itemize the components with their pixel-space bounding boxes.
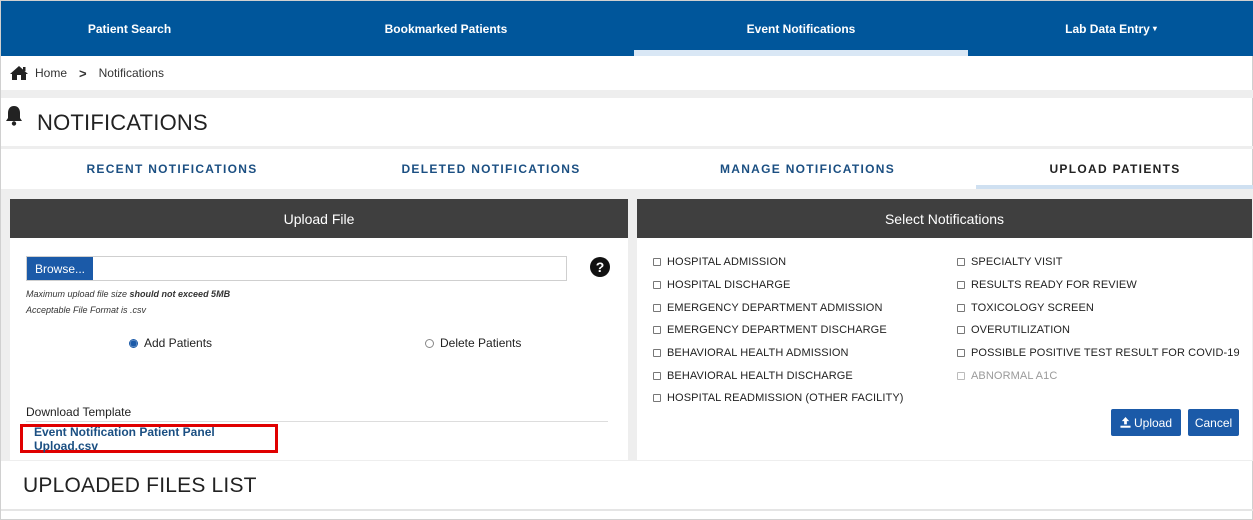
checkbox-icon [957,326,965,335]
checkbox-toxicology-screen[interactable]: TOXICOLOGY SCREEN [957,296,1240,319]
breadcrumb-current: Notifications [98,66,164,80]
nav-lab-data-entry[interactable]: Lab Data Entry ▾ [968,1,1253,56]
checkbox-label: RESULTS READY FOR REVIEW [971,279,1137,292]
tab-label: MANAGE NOTIFICATIONS [719,162,896,176]
panel-header: Upload File [10,199,628,238]
checkbox-hospital-admission[interactable]: HOSPITAL ADMISSION [653,251,904,274]
hint-text: Maximum upload file size [26,289,130,299]
upload-file-panel: Upload File Browse... ? Maximum upload f… [10,199,628,460]
checkbox-label: HOSPITAL DISCHARGE [667,279,791,292]
nav-event-notifications[interactable]: Event Notifications [634,1,968,56]
tab-recent-notifications[interactable]: RECENT NOTIFICATIONS [1,149,343,189]
delete-patients-radio[interactable]: Delete Patients [425,336,521,350]
checkbox-label: SPECIALTY VISIT [971,256,1063,269]
checkbox-label: BEHAVIORAL HEALTH DISCHARGE [667,369,853,382]
checkbox-ed-discharge[interactable]: EMERGENCY DEPARTMENT DISCHARGE [653,319,904,342]
radio-selected-icon [129,338,138,348]
upload-button[interactable]: Upload [1111,409,1181,436]
hint-bold: should not exceed 5MB [129,289,231,299]
checkbox-covid-positive[interactable]: POSSIBLE POSITIVE TEST RESULT FOR COVID-… [957,342,1240,365]
checkbox-icon [653,371,661,380]
divider [1,90,1253,98]
notification-list-right: SPECIALTY VISIT RESULTS READY FOR REVIEW… [957,251,1240,387]
checkbox-label: POSSIBLE POSITIVE TEST RESULT FOR COVID-… [971,347,1240,360]
select-notifications-panel: Select Notifications HOSPITAL ADMISSION … [637,199,1252,460]
checkbox-overutilization[interactable]: OVERUTILIZATION [957,319,1240,342]
top-nav: Patient Search Bookmarked Patients Event… [1,1,1253,56]
upload-label: Upload [1133,415,1173,430]
checkbox-specialty-visit[interactable]: SPECIALTY VISIT [957,251,1240,274]
breadcrumb: Home > Notifications [1,56,1253,90]
tab-upload-patients[interactable]: UPLOAD PATIENTS [976,149,1253,189]
nav-patient-search[interactable]: Patient Search [1,1,258,56]
checkbox-label: TOXICOLOGY SCREEN [971,301,1094,314]
page-title: NOTIFICATIONS [37,110,208,135]
checkbox-icon [957,258,965,267]
divider [26,421,608,422]
panel-header: Select Notifications [637,199,1252,238]
radio-label: Add Patients [144,336,213,350]
tab-deleted-notifications[interactable]: DELETED NOTIFICATIONS [343,149,639,189]
checkbox-icon [653,303,661,312]
app-frame: Patient Search Bookmarked Patients Event… [0,0,1253,520]
caret-down-icon: ▾ [1152,24,1157,33]
checkbox-label: HOSPITAL ADMISSION [667,256,787,269]
checkbox-icon [653,326,661,335]
file-format-hint: Acceptable File Format is .csv [26,305,147,315]
checkbox-icon [653,258,661,267]
bell-icon [5,105,23,127]
download-template-link[interactable]: Event Notification Patient Panel Upload.… [20,424,278,453]
checkbox-label: HOSPITAL READMISSION (OTHER FACILITY) [667,392,904,405]
home-icon[interactable] [9,65,29,81]
cancel-button[interactable]: Cancel [1188,409,1239,436]
upload-icon [1120,417,1131,428]
nav-bookmarked-patients[interactable]: Bookmarked Patients [258,1,634,56]
tab-manage-notifications[interactable]: MANAGE NOTIFICATIONS [639,149,976,189]
radio-unselected-icon [425,338,434,348]
checkbox-abnormal-a1c: ABNORMAL A1C [957,364,1240,387]
browse-button[interactable]: Browse... [27,257,93,280]
help-icon[interactable]: ? [590,257,610,277]
nav-label: Event Notifications [746,21,856,36]
checkbox-bh-discharge[interactable]: BEHAVIORAL HEALTH DISCHARGE [653,364,904,387]
checkbox-icon [957,371,965,380]
checkbox-icon [653,349,661,358]
page-header: NOTIFICATIONS [1,98,1253,148]
download-template-label: Download Template [26,405,132,419]
notification-tabs: RECENT NOTIFICATIONS DELETED NOTIFICATIO… [1,149,1253,189]
notification-list-left: HOSPITAL ADMISSION HOSPITAL DISCHARGE EM… [653,251,904,410]
tab-label: UPLOAD PATIENTS [1049,162,1181,176]
checkbox-label: EMERGENCY DEPARTMENT ADMISSION [667,301,883,314]
checkbox-label: OVERUTILIZATION [971,324,1071,337]
checkbox-ed-admission[interactable]: EMERGENCY DEPARTMENT ADMISSION [653,296,904,319]
chevron-right-icon: > [79,65,87,81]
file-size-hint: Maximum upload file size should not exce… [26,289,230,299]
checkbox-icon [957,303,965,312]
nav-label: Patient Search [87,21,172,36]
checkbox-icon [653,281,661,290]
uploaded-files-title: UPLOADED FILES LIST [23,474,257,497]
radio-label: Delete Patients [440,336,522,350]
file-path-input[interactable] [93,257,566,280]
checkbox-bh-admission[interactable]: BEHAVIORAL HEALTH ADMISSION [653,342,904,365]
nav-label: Lab Data Entry [1065,21,1150,36]
checkbox-icon [957,349,965,358]
tab-label: DELETED NOTIFICATIONS [401,162,581,176]
checkbox-hospital-readmission[interactable]: HOSPITAL READMISSION (OTHER FACILITY) [653,387,904,410]
breadcrumb-home[interactable]: Home [35,66,67,80]
divider [1,509,1253,511]
checkbox-label: EMERGENCY DEPARTMENT DISCHARGE [667,324,887,337]
file-picker: Browse... [26,256,567,281]
checkbox-label: BEHAVIORAL HEALTH ADMISSION [667,347,849,360]
checkbox-results-ready[interactable]: RESULTS READY FOR REVIEW [957,274,1240,297]
add-patients-radio[interactable]: Add Patients [129,336,212,350]
checkbox-icon [653,394,661,403]
checkbox-label: ABNORMAL A1C [971,369,1058,382]
checkbox-icon [957,281,965,290]
tab-label: RECENT NOTIFICATIONS [86,162,258,176]
nav-label: Bookmarked Patients [384,21,508,36]
checkbox-hospital-discharge[interactable]: HOSPITAL DISCHARGE [653,274,904,297]
